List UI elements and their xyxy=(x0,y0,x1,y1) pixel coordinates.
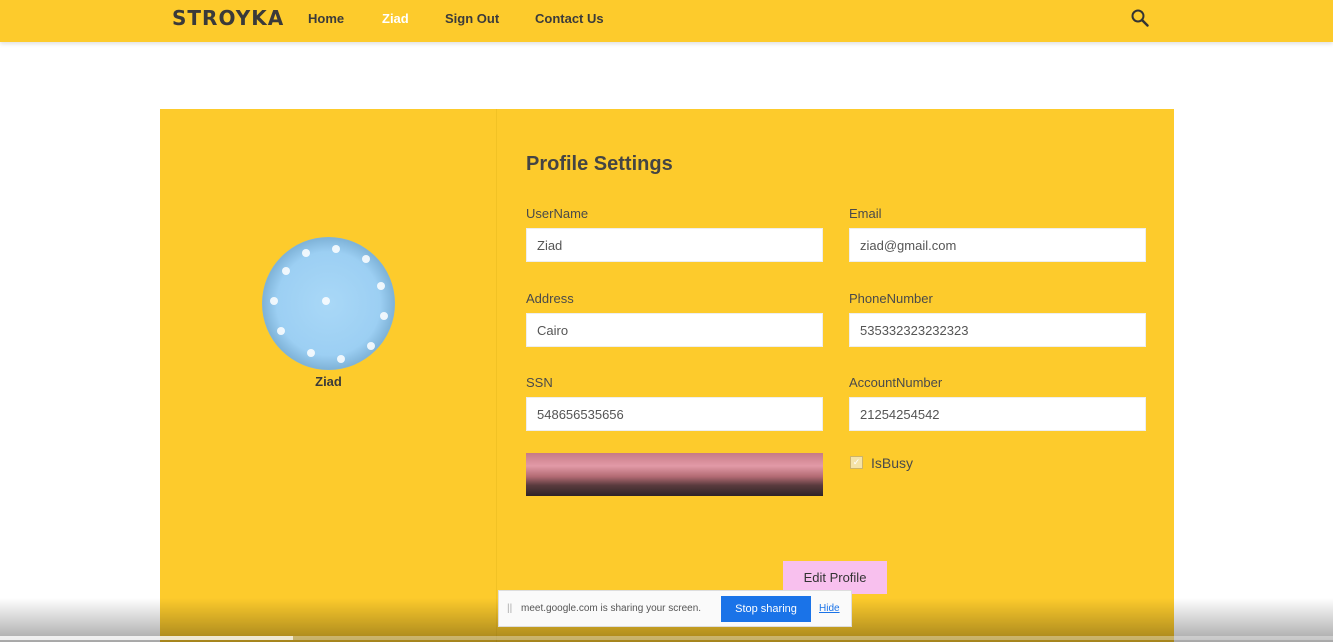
address-field[interactable] xyxy=(526,313,823,347)
page-title: Profile Settings xyxy=(526,153,673,175)
account-number-field[interactable] xyxy=(849,397,1146,431)
drag-handle-icon[interactable]: || xyxy=(507,603,512,614)
address-label: Address xyxy=(526,291,574,306)
ssn-field[interactable] xyxy=(526,397,823,431)
phone-label: PhoneNumber xyxy=(849,291,933,306)
video-progress-fill xyxy=(0,636,294,640)
account-number-label: AccountNumber xyxy=(849,375,943,390)
ssn-label: SSN xyxy=(526,375,553,390)
username-field[interactable] xyxy=(526,228,823,262)
profile-card: Ziad Profile Settings UserName Email Add… xyxy=(160,109,1174,642)
is-busy-label: IsBusy xyxy=(871,455,914,471)
email-label: Email xyxy=(849,206,882,221)
nav-link-user[interactable]: Ziad xyxy=(382,11,409,26)
hide-link[interactable]: Hide xyxy=(819,603,840,614)
share-message: meet.google.com is sharing your screen. xyxy=(521,603,702,614)
is-busy-checkbox[interactable]: ✓ xyxy=(850,456,863,469)
avatar-name: Ziad xyxy=(315,374,342,389)
nav-link-sign-out[interactable]: Sign Out xyxy=(445,11,499,26)
screen-share-banner: || meet.google.com is sharing your scree… xyxy=(498,590,852,627)
search-icon[interactable] xyxy=(1131,9,1149,27)
username-label: UserName xyxy=(526,206,589,221)
nav-link-contact-us[interactable]: Contact Us xyxy=(535,11,604,26)
email-field[interactable] xyxy=(849,228,1146,262)
site-logo[interactable]: STROYKA xyxy=(172,6,284,30)
phone-field[interactable] xyxy=(849,313,1146,347)
card-divider xyxy=(496,109,497,642)
top-navbar: STROYKA Home Ziad Sign Out Contact Us xyxy=(0,0,1333,42)
stop-sharing-button[interactable]: Stop sharing xyxy=(721,596,811,622)
profile-banner-image xyxy=(526,453,823,496)
nav-link-home[interactable]: Home xyxy=(308,11,344,26)
avatar xyxy=(262,237,395,370)
